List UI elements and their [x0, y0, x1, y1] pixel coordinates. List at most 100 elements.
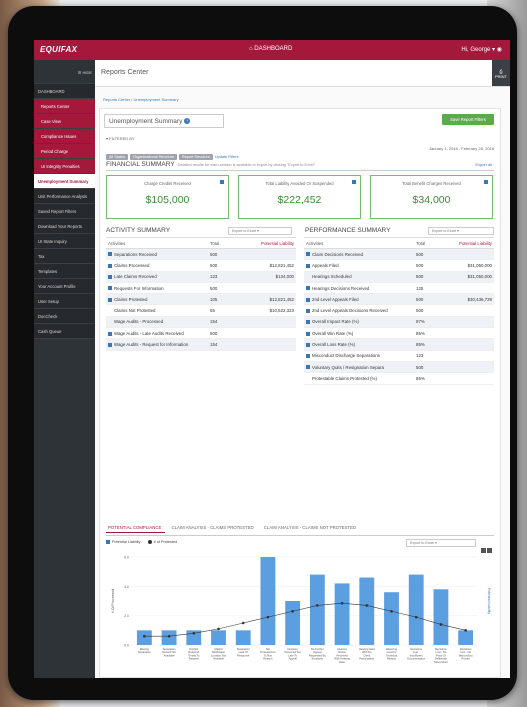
row-total: 105: [208, 293, 232, 306]
row-total: 125: [414, 282, 438, 295]
sidebar-item[interactable]: Compliance Issues: [34, 129, 95, 144]
row-label: Wage Audits - Request for Information: [114, 342, 189, 348]
user-menu[interactable]: Hi, George ▾ ◉: [461, 46, 502, 53]
sidebar-item[interactable]: UI Integrity Penalties: [34, 159, 95, 174]
row-label-cell: Requests For Information: [106, 282, 208, 295]
row-checkbox[interactable]: [306, 342, 310, 347]
y-tick-label: 6.0: [124, 556, 129, 560]
legend-bar-swatch: [106, 540, 110, 544]
chart-point: [439, 623, 443, 626]
sidebar-item[interactable]: Your Account Profile: [34, 279, 95, 294]
download-icon[interactable]: [220, 180, 224, 184]
row-checkbox[interactable]: [108, 309, 112, 313]
row-total: 85%: [414, 327, 438, 340]
activity-table: Activities Total Potential Liability Sep…: [106, 237, 296, 351]
row-checkbox[interactable]: [306, 252, 310, 257]
download-icon[interactable]: [352, 180, 356, 184]
x-tick-label: Not Protested As To Non Reason: [260, 647, 276, 661]
row-checkbox[interactable]: [306, 263, 310, 268]
row-label-cell: Late Claims Received: [106, 271, 208, 283]
chart-point: [167, 634, 171, 638]
sidebar-item[interactable]: User Setup: [34, 294, 95, 309]
filtered-by-toggle[interactable]: ▾ FILTERED BY: [106, 136, 135, 141]
row-liability: [438, 361, 494, 374]
filter-chip[interactable]: Report Structure: [179, 154, 213, 160]
row-checkbox[interactable]: [108, 275, 112, 280]
report-card: Unemployment Summary i Save Report Filte…: [99, 108, 501, 678]
row-checkbox[interactable]: [306, 308, 310, 313]
app-screen: EQUIFAX ⌂ DASHBOARD Hi, George ▾ ◉ ☰ HID…: [34, 40, 510, 678]
export-all-link[interactable]: Export all: [475, 162, 492, 167]
y-tick-label: 4.0: [124, 585, 129, 589]
row-checkbox[interactable]: [108, 252, 112, 257]
update-filters-link[interactable]: Update Filters: [215, 155, 239, 159]
sidebar-item[interactable]: Case View: [34, 114, 95, 129]
row-checkbox[interactable]: [306, 331, 310, 336]
sidebar-item[interactable]: Cash Queue: [34, 324, 95, 339]
sidebar-item[interactable]: Period Charge: [34, 144, 95, 159]
row-checkbox[interactable]: [306, 275, 310, 279]
sidebar-hide-toggle[interactable]: ☰ HIDE: [34, 60, 95, 84]
row-label-cell: 2nd Level Appeals Decisions Received: [304, 304, 414, 317]
row-label: Claims Processed: [114, 262, 150, 268]
sidebar-item[interactable]: Unemployment Summary: [34, 174, 95, 189]
breadcrumb[interactable]: Reports Center / Unemployment Summary: [103, 97, 179, 102]
brand-logo[interactable]: EQUIFAX: [40, 45, 77, 54]
activity-export-select[interactable]: Export to Excel ▾: [228, 227, 292, 235]
dashboard-link[interactable]: ⌂ DASHBOARD: [249, 46, 292, 52]
row-checkbox[interactable]: [306, 377, 310, 381]
download-icon[interactable]: [484, 180, 488, 184]
print-button[interactable]: ⎙ PRINT: [492, 60, 510, 86]
tab-claims-protested[interactable]: CLAIM ANALYSIS - CLAIMS PROTESTED: [170, 523, 258, 533]
tab-claims-not-protested[interactable]: CLAIM ANALYSIS - CLAIMS NOT PROTESTED: [262, 523, 360, 533]
row-label: Voluntary Quits / Resignation Separa: [312, 364, 384, 370]
sidebar-item[interactable]: UI State Inquiry: [34, 234, 95, 249]
sidebar-item[interactable]: Templates: [34, 264, 95, 279]
sidebar-item[interactable]: DocCheck: [34, 309, 95, 324]
liability-avoided-box: Total Liability Avoided Or Suspended $22…: [238, 175, 361, 219]
row-label: Misconduct Discharge Separations: [312, 353, 380, 359]
row-checkbox[interactable]: [108, 320, 112, 324]
row-label: Claims Not Protested: [114, 308, 156, 314]
row-liability: [438, 372, 494, 385]
row-checkbox[interactable]: [108, 286, 112, 291]
row-total: 500: [414, 304, 438, 317]
x-tick-label: Hearing Notice Received With Hearing Date: [334, 647, 350, 664]
performance-export-select[interactable]: Export to Excel ▾: [428, 227, 494, 235]
row-checkbox[interactable]: [306, 297, 310, 302]
info-icon[interactable]: i: [184, 118, 191, 125]
sidebar-item[interactable]: Tax: [34, 249, 95, 264]
chart-point: [316, 604, 319, 607]
sidebar-item[interactable]: Download Your Reports: [34, 219, 95, 234]
benefit-charges-box: Total Benefit Charges Received $34,000: [370, 175, 493, 219]
row-checkbox[interactable]: [108, 297, 112, 302]
charge-credits-box: Charge Credits Received $105,000: [106, 175, 229, 219]
legend-item[interactable]: # of Protested: [154, 540, 178, 544]
row-checkbox[interactable]: [306, 365, 310, 370]
row-checkbox[interactable]: [108, 263, 112, 268]
sidebar-item[interactable]: Saved Report Filters: [34, 204, 95, 219]
filter-chip[interactable]: Organizational Structure: [130, 154, 177, 160]
row-checkbox[interactable]: [306, 286, 310, 291]
save-report-filters-button[interactable]: Save Report Filters: [442, 114, 494, 125]
sidebar-item[interactable]: DASHBOARD: [34, 84, 95, 99]
tab-potential-compliance[interactable]: POTENTIAL COMPLIANCE: [106, 523, 166, 533]
row-label-cell: Claim Decisions Received: [304, 248, 414, 261]
row-checkbox[interactable]: [108, 342, 112, 347]
row-liability: $12,821,452: [232, 293, 296, 306]
fin-box-value: $34,000: [412, 194, 451, 206]
chart-export-select[interactable]: Export to Excel ▾: [406, 539, 476, 547]
row-checkbox[interactable]: [108, 331, 112, 336]
legend-item[interactable]: Potential Liability: [112, 540, 141, 544]
row-label: Hearings Decisions Received: [312, 285, 370, 291]
row-checkbox[interactable]: [306, 320, 310, 325]
x-tick-label: Wavering Lost For Technical Reason: [386, 647, 398, 661]
filter-chip[interactable]: All States: [106, 154, 129, 160]
hide-label: HIDE: [82, 70, 92, 75]
row-label-cell: Voluntary Quits / Resignation Separa: [304, 361, 414, 374]
row-checkbox[interactable]: [306, 354, 310, 359]
sidebar-item[interactable]: Reports Center: [34, 99, 95, 114]
row-liability: $134,000: [232, 271, 296, 283]
row-label: Separations Received: [114, 251, 157, 257]
sidebar-item[interactable]: Unit Performance Analysis: [34, 189, 95, 204]
